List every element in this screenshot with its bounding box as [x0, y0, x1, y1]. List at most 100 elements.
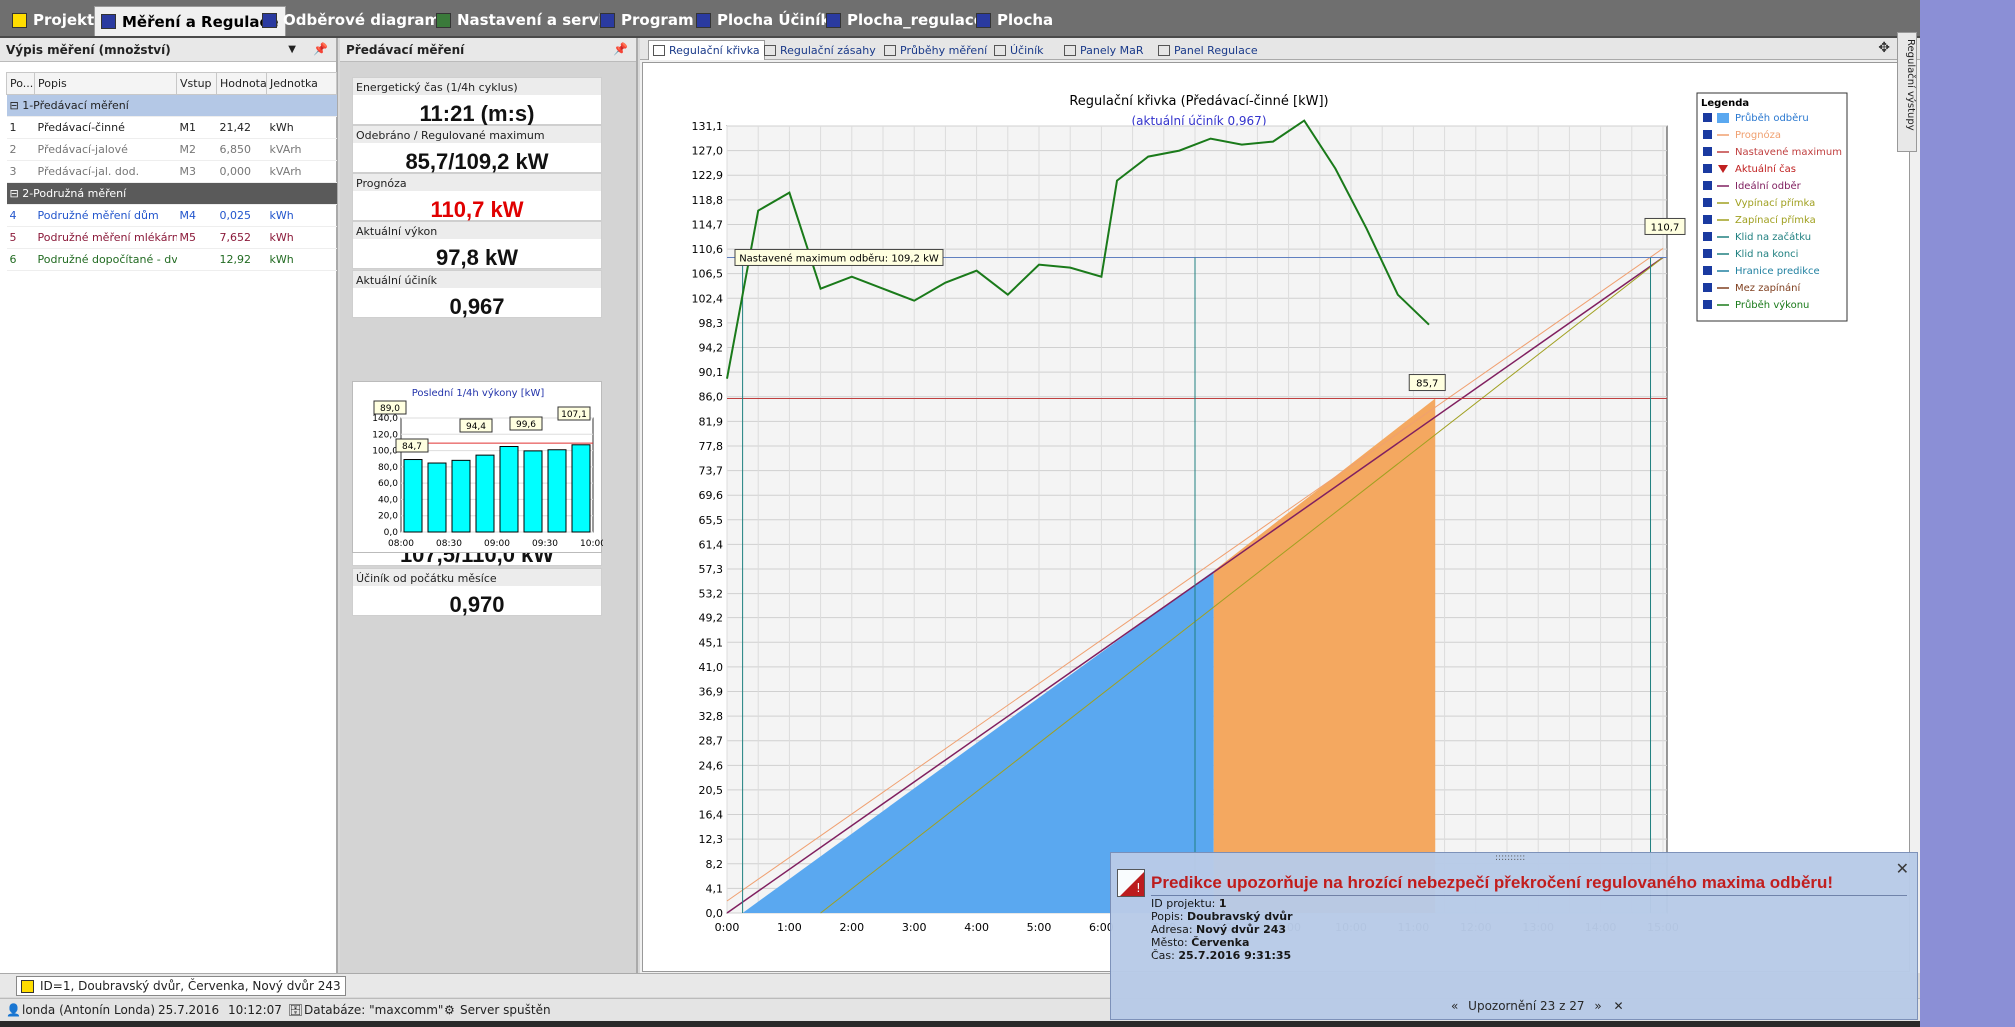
status-time: 10:12:07	[228, 1003, 282, 1017]
popup-counter: Upozornění 23 z 27	[1468, 999, 1585, 1013]
cell-num: 6	[6, 248, 35, 271]
database-icon: 🗄	[288, 1003, 304, 1017]
resize-grip-icon[interactable]: ::::::::::	[1495, 853, 1525, 863]
legend-checkbox	[1703, 249, 1712, 258]
pin-icon[interactable]: 📌	[613, 42, 628, 56]
sub-tab-2[interactable]: Průběhy měření	[880, 40, 991, 60]
tab-label: Projekt	[33, 11, 95, 29]
cell-input	[176, 248, 217, 271]
x-tick-label: 4:00	[964, 921, 989, 934]
y-tick-label: 80,0	[378, 463, 398, 473]
y-tick-label: 32,8	[699, 710, 724, 723]
table-row[interactable]: 4 Podružné měření dům M4 0,025 kWh	[6, 204, 337, 227]
project-tab[interactable]: ID=1, Doubravský dvůr, Červenka, Nový dv…	[16, 976, 346, 996]
sub-tab-0[interactable]: Regulační křivka	[648, 40, 765, 60]
mini-bar	[547, 449, 567, 533]
main-tab-6[interactable]: Plocha_regulace	[820, 6, 990, 34]
group-row-label: ⊟ 2-Podružná měření	[6, 182, 337, 205]
sub-tab-5[interactable]: Panel Regulace	[1154, 40, 1262, 60]
measurement-list-header[interactable]: Výpis měření (množství) ▼ 📌	[0, 38, 336, 62]
card-value: 11:21 (m:s)	[419, 101, 535, 126]
expand-icon[interactable]: ⊟	[10, 99, 23, 112]
legend-entry: Nastavené maximum	[1735, 146, 1842, 158]
main-tab-7[interactable]: Plocha	[970, 6, 1059, 34]
x-tick-label: 3:00	[902, 921, 927, 934]
cell-unit: kWh	[266, 226, 337, 249]
move-icon[interactable]: ✥	[1878, 40, 1890, 56]
table-row[interactable]: 1 Předávací-činné M1 21,42 kWh	[6, 116, 337, 139]
group-label: 2-Podružná měření	[22, 187, 127, 200]
sub-tab-4[interactable]: Panely MaR	[1060, 40, 1148, 60]
group-row-label: ⊟ 1-Předávací měření	[6, 94, 337, 117]
legend-entry: Mez zapínání	[1735, 282, 1802, 294]
legend-entry: Hranice predikce	[1735, 266, 1820, 277]
dismiss-all-icon[interactable]: ✕	[1614, 999, 1624, 1013]
main-tab-5[interactable]: Plocha Účiník	[690, 6, 836, 34]
sub-tab-1[interactable]: Regulační zásahy	[760, 40, 880, 60]
y-tick-label: 65,5	[699, 514, 724, 527]
mini-bar	[427, 462, 447, 533]
card-label: Prognóza	[353, 174, 601, 191]
tab-icon	[826, 12, 841, 28]
mini-bar	[451, 459, 471, 533]
status-server: Server spuštěn	[460, 1003, 551, 1017]
legend-checkbox	[1703, 147, 1712, 156]
y-tick-label: 36,9	[699, 685, 724, 698]
column-header[interactable]: Jednotka	[266, 72, 337, 95]
card-label: Energetický čas (1/4h cyklus)	[353, 78, 601, 95]
cell-desc: Podružné dopočítané - dvůr	[34, 248, 177, 271]
mini-bar	[499, 446, 519, 533]
y-tick-label: 8,2	[706, 858, 724, 871]
card-value: 0,967	[449, 294, 505, 319]
column-header[interactable]: Vstup	[176, 72, 217, 95]
sub-tab-icon	[1064, 44, 1076, 56]
main-tab-3[interactable]: Nastavení a servis	[430, 6, 619, 34]
close-icon[interactable]: ✕	[1896, 859, 1909, 878]
sub-tab-label: Panel Regulace	[1174, 43, 1258, 57]
sub-tab-icon	[994, 44, 1006, 56]
expand-icon[interactable]: ⊟	[10, 187, 23, 200]
table-row[interactable]: 5 Podružné měření mlékárna M5 7,652 kWh	[6, 226, 337, 249]
status-user: londa (Antonín Londa)	[22, 1003, 156, 1017]
tab-icon	[696, 12, 711, 28]
column-header[interactable]: Po...	[6, 72, 35, 95]
y-tick-label: 102,4	[692, 292, 724, 305]
popup-info-value: Doubravský dvůr	[1186, 910, 1293, 923]
table-row[interactable]: 6 Podružné dopočítané - dvůr 12,92 kWh	[6, 248, 337, 271]
card-value: 97,8 kW	[436, 245, 518, 270]
y-tick-label: 20,0	[378, 512, 398, 522]
legend-checkbox	[1703, 164, 1712, 173]
measurement-table: Po... Popis Vstup Hodnota Jednotka ⊟ 1-Předá…	[6, 72, 337, 271]
popup-info-key: Město:	[1151, 936, 1188, 949]
popup-info: ID projektu: 1 Popis: Doubravský dvůr Adre…	[1151, 897, 1293, 962]
main-tab-4[interactable]: Program	[594, 6, 700, 34]
measurement-grid: Po... Popis Vstup Hodnota Jednotka ⊟ 1-Předá…	[6, 72, 337, 271]
card-value: 85,7/109,2 kW	[405, 149, 549, 174]
table-row[interactable]: 3 Předávací-jal. dod. M3 0,000 kVArh	[6, 160, 337, 183]
table-row[interactable]: ⊟ 2-Podružná měření	[6, 182, 337, 205]
mini-bar	[403, 459, 423, 533]
chevron-down-icon[interactable]: ▼	[288, 44, 296, 55]
cell-unit: kWh	[266, 204, 337, 227]
main-tab-2[interactable]: Odběrové diagramy	[256, 6, 456, 34]
cell-value: 12,92	[216, 248, 267, 271]
value-card: Prognóza 110,7 kW	[352, 173, 602, 222]
sub-tab-3[interactable]: Účiník	[990, 40, 1048, 60]
sub-tab-label: Účiník	[1010, 43, 1044, 57]
y-tick-label: 16,4	[699, 809, 724, 822]
status-date: 25.7.2016	[158, 1003, 220, 1017]
main-tab-0[interactable]: Projekt	[6, 6, 100, 34]
cell-input: M1	[176, 116, 217, 139]
y-tick-label: 120,0	[372, 430, 398, 440]
table-row[interactable]: 2 Předávací-jalové M2 6,850 kVArh	[6, 138, 337, 161]
table-row[interactable]: ⊟ 1-Předávací měření	[6, 94, 337, 117]
pin-icon[interactable]: 📌	[313, 42, 328, 56]
tab-icon	[101, 14, 116, 29]
side-tab-regulation-outputs[interactable]: Regulační výstupy	[1897, 32, 1917, 152]
next-icon[interactable]: »	[1594, 999, 1601, 1013]
cell-unit: kWh	[266, 116, 337, 139]
column-header[interactable]: Hodnota	[216, 72, 267, 95]
column-header[interactable]: Popis	[34, 72, 177, 95]
previous-icon[interactable]: «	[1451, 999, 1458, 1013]
tab-label: Plocha	[997, 11, 1054, 29]
